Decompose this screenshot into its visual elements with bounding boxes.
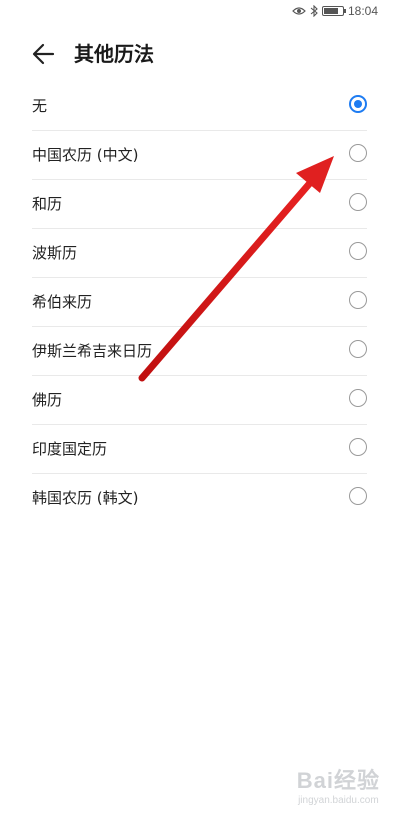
radio-button[interactable] — [349, 487, 367, 505]
option-label: 佛历 — [32, 391, 63, 409]
watermark-logo: Bai经验 — [296, 768, 380, 793]
option-islamic[interactable]: 伊斯兰希吉来日历 — [32, 327, 367, 376]
watermark: Bai经验 jingyan.baidu.com — [297, 763, 380, 806]
status-bar: 18:04 — [0, 0, 400, 26]
arrow-left-icon — [30, 43, 58, 72]
option-label: 伊斯兰希吉来日历 — [32, 342, 153, 360]
page-title: 其他历法 — [74, 42, 154, 66]
radio-button[interactable] — [349, 291, 367, 309]
option-persian[interactable]: 波斯历 — [32, 229, 367, 278]
radio-button[interactable] — [349, 144, 367, 162]
option-label: 中国农历 (中文) — [32, 146, 139, 164]
option-korean-lunar[interactable]: 韩国农历 (韩文) — [32, 474, 367, 522]
radio-button-selected[interactable] — [349, 95, 367, 113]
option-label: 印度国定历 — [32, 440, 108, 458]
radio-button[interactable] — [349, 389, 367, 407]
watermark-url: jingyan.baidu.com — [298, 795, 379, 806]
radio-button[interactable] — [349, 193, 367, 211]
bluetooth-icon — [310, 5, 318, 17]
battery-icon — [321, 6, 346, 16]
option-buddhist[interactable]: 佛历 — [32, 376, 367, 425]
option-indian-national[interactable]: 印度国定历 — [32, 425, 367, 474]
option-label: 波斯历 — [32, 244, 78, 262]
radio-button[interactable] — [349, 340, 367, 358]
radio-button[interactable] — [349, 242, 367, 260]
status-time: 18:04 — [347, 4, 378, 18]
option-chinese-lunar[interactable]: 中国农历 (中文) — [32, 131, 367, 180]
option-label: 无 — [32, 97, 48, 115]
radio-button[interactable] — [349, 438, 367, 456]
calendar-options-list: 无 中国农历 (中文) 和历 波斯历 希伯来历 伊斯兰希吉来日历 佛历 印度国定… — [32, 82, 367, 522]
option-label: 韩国农历 (韩文) — [32, 489, 139, 507]
option-hebrew[interactable]: 希伯来历 — [32, 278, 367, 327]
option-label: 希伯来历 — [32, 293, 93, 311]
option-japanese[interactable]: 和历 — [32, 180, 367, 229]
back-button[interactable] — [30, 40, 58, 68]
status-icons: 18:04 — [292, 4, 378, 18]
option-label: 和历 — [32, 195, 63, 213]
eye-icon — [292, 6, 306, 16]
option-none[interactable]: 无 — [32, 82, 367, 131]
header: 其他历法 — [0, 34, 400, 74]
